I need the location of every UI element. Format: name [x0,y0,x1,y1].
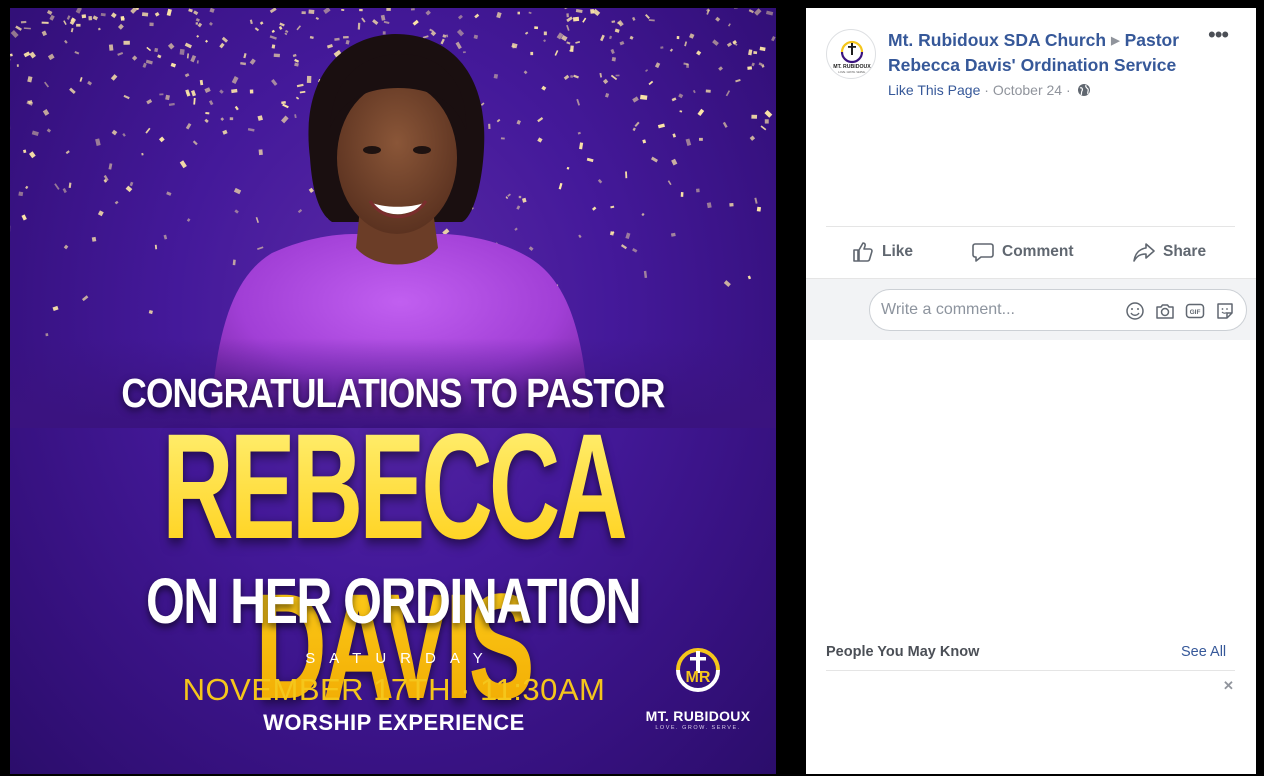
like-this-page-link[interactable]: Like This Page [888,82,980,98]
post-meta: Like This Page · October 24 · [888,82,1091,98]
post-photo[interactable]: CONGRATULATIONS TO PASTOR REBECCA DAVIS … [10,8,776,774]
pastor-portrait [10,34,776,428]
headline-ordination: ON HER ORDINATION [146,565,641,637]
meta-separator: · [984,82,989,98]
divider [826,226,1235,227]
share-arrow-icon [1133,243,1155,262]
photo-viewer: CONGRATULATIONS TO PASTOR REBECCA DAVIS … [0,0,1264,776]
share-button[interactable]: Share [1132,230,1206,274]
gif-icon[interactable]: GIF [1184,300,1206,322]
globe-icon[interactable] [1077,83,1091,97]
share-label: Share [1163,243,1207,260]
post-date[interactable]: October 24 [993,82,1062,98]
speech-bubble-icon [972,243,994,262]
post-details-panel: MT. RUBIDOUX LOVE. GROW. SERVE. Mt. Rubi… [806,8,1256,774]
comment-input[interactable] [881,290,1111,330]
like-button[interactable]: Like [851,230,913,274]
post-title: Mt. Rubidoux SDA Church ▶ Pastor Rebecca D… [888,28,1208,77]
logo-initials: MR [686,669,711,686]
comment-composer: GIF [806,278,1256,340]
more-options-button[interactable]: ••• [1208,24,1234,46]
church-logo-name: MT. RUBIDOUX [645,708,751,724]
event-date-time: NOVEMBER 17TH · 11:30AM [182,672,606,707]
like-label: Like [882,243,914,260]
comment-button[interactable]: Comment [971,230,1073,274]
emoji-icon[interactable] [1124,300,1146,322]
church-logo-icon: MR [676,648,720,692]
event-day: SATURDAY [305,650,497,667]
avatar-name: MT. RUBIDOUX [833,64,871,70]
triangle-right-icon: ▶ [1111,35,1120,47]
divider [826,670,1235,671]
church-logo-tagline: LOVE. GROW. SERVE. [655,725,741,731]
people-you-may-know-heading: People You May Know [826,644,980,660]
thumbs-up-icon [853,242,873,262]
post-actions-bar: Like Comment Share [826,230,1235,274]
camera-icon[interactable] [1154,300,1176,322]
page-name-link[interactable]: Mt. Rubidoux SDA Church [888,30,1106,50]
page-avatar[interactable]: MT. RUBIDOUX LOVE. GROW. SERVE. [826,29,876,79]
church-avatar-logo-icon: MT. RUBIDOUX LOVE. GROW. SERVE. [833,40,871,74]
gif-label: GIF [1190,309,1201,316]
comment-box: GIF [869,289,1247,331]
close-icon[interactable]: ✕ [1223,678,1234,694]
avatar-tagline: LOVE. GROW. SERVE. [838,70,866,74]
comment-label: Comment [1002,243,1074,260]
see-all-link[interactable]: See All [1181,644,1226,660]
sticker-icon[interactable] [1214,300,1236,322]
meta-separator: · [1065,82,1071,98]
